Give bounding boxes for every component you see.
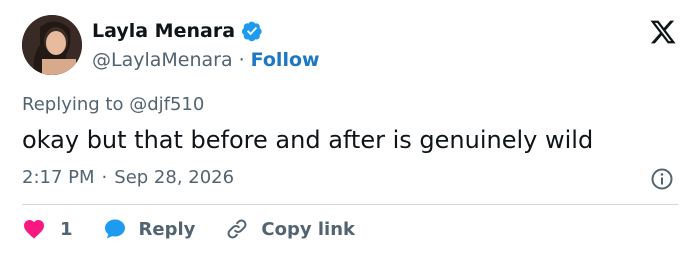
action-bar: 1 Reply Copy link <box>22 216 385 242</box>
reply-bubble-icon <box>104 219 125 239</box>
like-count: 1 <box>60 218 73 240</box>
timestamp-row: 2:17 PM · Sep 28, 2026 <box>22 166 234 190</box>
avatar-image <box>22 15 82 75</box>
reply-label: Reply <box>138 218 196 240</box>
tweet-time[interactable]: 2:17 PM <box>22 166 95 190</box>
replying-to: Replying to @djf510 <box>22 93 204 117</box>
separator: · <box>238 49 245 71</box>
follow-button[interactable]: Follow <box>251 48 320 72</box>
timestamp-separator: · <box>101 167 108 188</box>
info-icon[interactable] <box>650 167 674 191</box>
copy-link-button[interactable]: Copy link <box>225 217 355 241</box>
copy-link-label: Copy link <box>261 218 355 240</box>
avatar[interactable] <box>22 15 82 75</box>
tweet-text: okay but that before and after is genuin… <box>22 126 594 154</box>
display-name[interactable]: Layla Menara <box>92 19 235 43</box>
tweet-date[interactable]: Sep 28, 2026 <box>114 166 234 190</box>
author-name-row: Layla Menara <box>92 19 263 43</box>
x-logo-icon[interactable] <box>648 18 678 46</box>
like-button[interactable]: 1 <box>22 217 73 241</box>
replying-mention[interactable]: @djf510 <box>129 94 204 115</box>
handle-row: @LaylaMenara · Follow <box>92 48 320 72</box>
link-icon <box>227 219 247 239</box>
replying-prefix: Replying to <box>22 94 124 115</box>
heart-icon <box>24 220 44 239</box>
handle[interactable]: @LaylaMenara <box>92 48 233 72</box>
reply-button[interactable]: Reply <box>103 217 196 241</box>
divider <box>22 204 678 205</box>
verified-badge-icon <box>241 21 262 42</box>
